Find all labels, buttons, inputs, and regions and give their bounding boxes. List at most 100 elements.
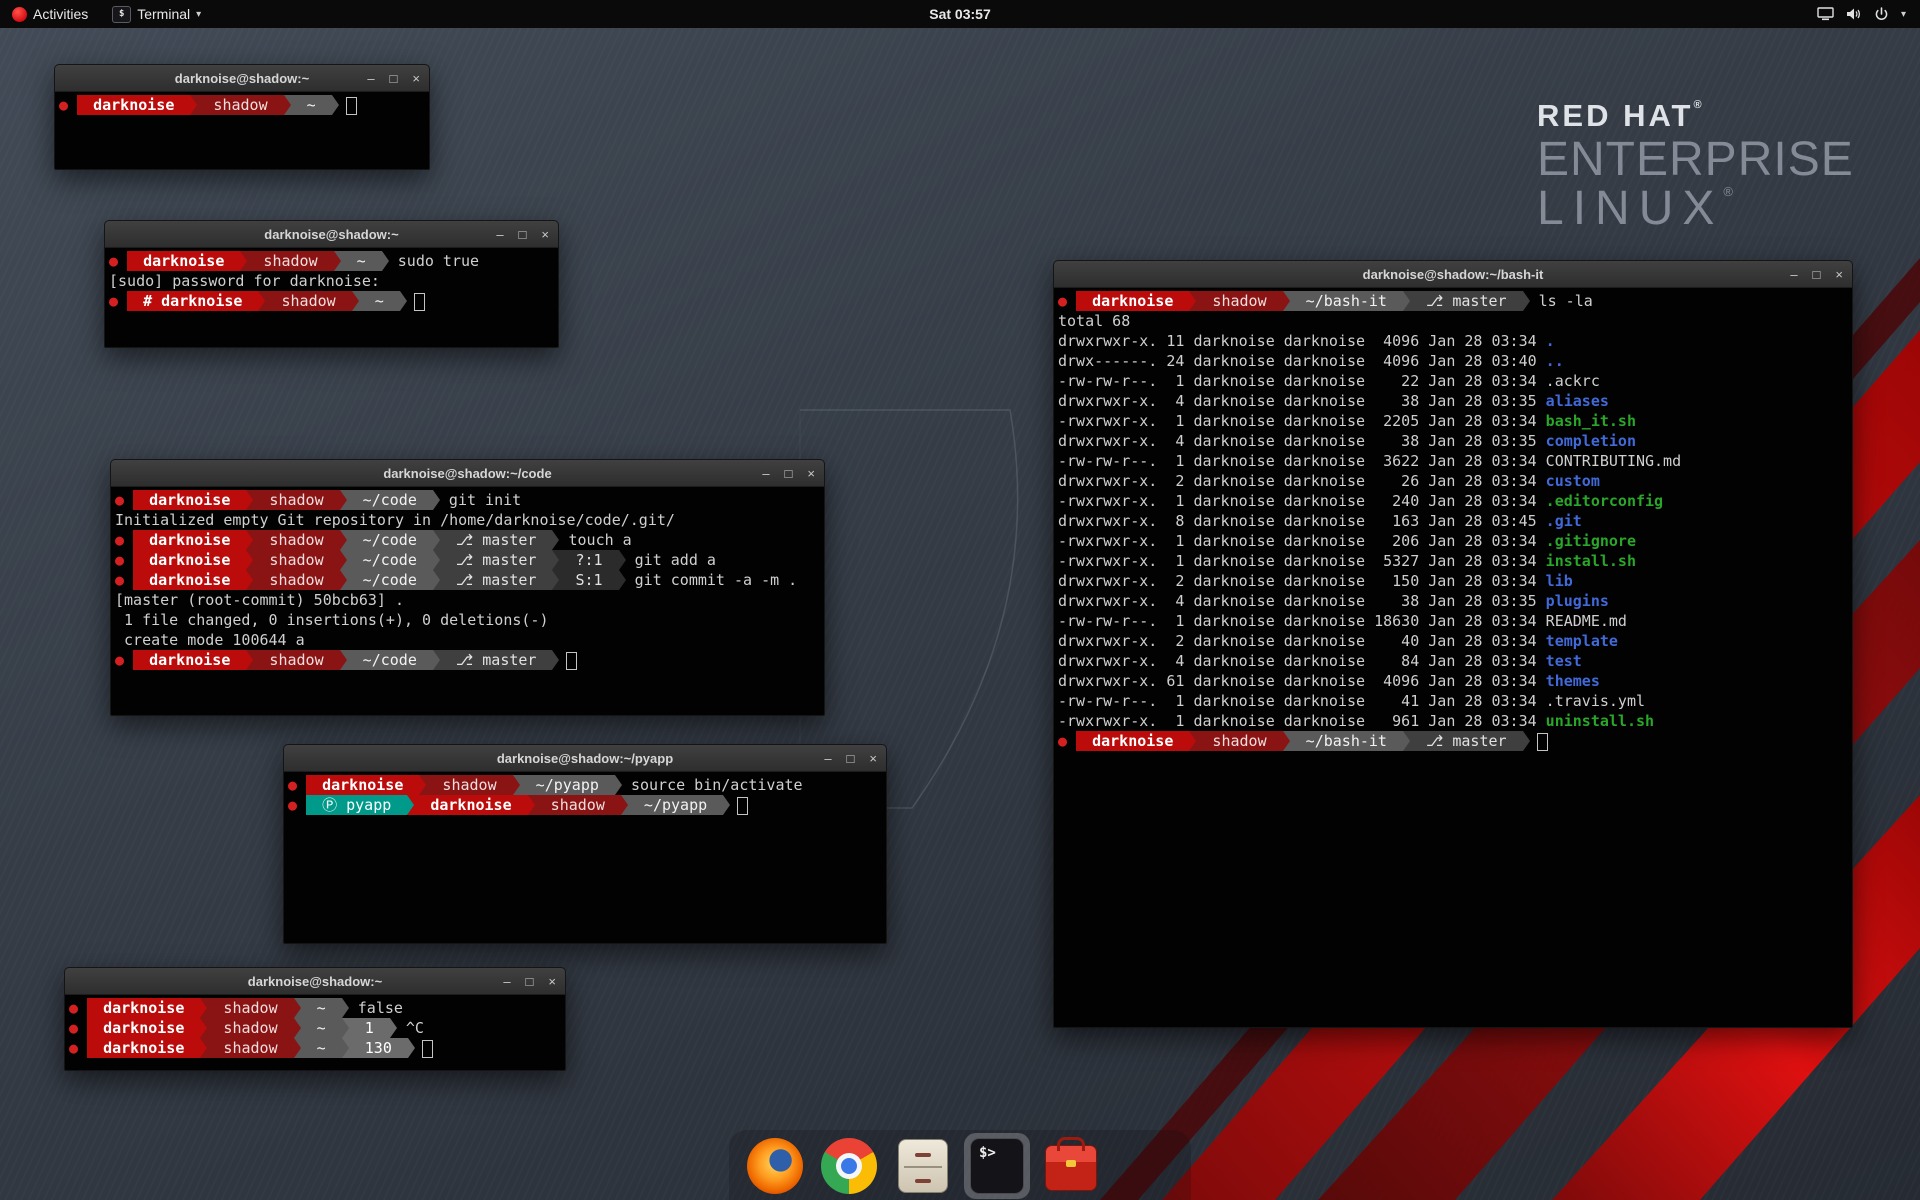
files-icon	[898, 1139, 948, 1193]
prompt-segment-git: ⎇ master	[440, 530, 553, 550]
dock-item-app-grid[interactable]	[1117, 1138, 1173, 1194]
powerline-arrow-icon	[240, 251, 247, 271]
window-titlebar[interactable]: darknoise@shadow:~–□×	[105, 221, 558, 248]
terminal-line: -rwxrwxr-x. 1 darknoise darknoise 5327 J…	[1058, 551, 1848, 571]
prompt-segment-host: shadow	[535, 795, 621, 815]
close-button[interactable]: ×	[807, 467, 815, 480]
terminal-text: ●	[288, 796, 306, 814]
window-titlebar[interactable]: darknoise@shadow:~–□×	[55, 65, 429, 92]
dock-item-files[interactable]	[895, 1138, 951, 1194]
terminal-text: test	[1546, 652, 1582, 670]
terminal-text: -rwxrwxr-x. 1 darknoise darknoise 206 Ja…	[1058, 532, 1546, 550]
terminal-text: ●	[115, 531, 133, 549]
terminal-line: ● darknoise shadow ~/code git init	[115, 490, 820, 510]
dock-item-chrome[interactable]	[821, 1138, 877, 1194]
minimize-button[interactable]: –	[1790, 268, 1797, 281]
terminal-line: ● Ⓟ pyapp darknoise shadow ~/pyapp	[288, 795, 882, 815]
prompt-segment-user: darknoise	[133, 530, 246, 550]
terminal-window-pyapp[interactable]: darknoise@shadow:~/pyapp–□×● darknoise s…	[283, 744, 887, 944]
prompt-segment-git: ⎇ master	[440, 650, 553, 670]
close-button[interactable]: ×	[412, 72, 420, 85]
powerline-arrow-icon	[294, 1038, 301, 1058]
powerline-arrow-icon	[246, 570, 253, 590]
prompt-segment-user: # darknoise	[127, 291, 258, 311]
terminal-line: 1 file changed, 0 insertions(+), 0 delet…	[115, 610, 820, 630]
maximize-button[interactable]: □	[1813, 268, 1821, 281]
close-button[interactable]: ×	[541, 228, 549, 241]
minimize-button[interactable]: –	[367, 72, 374, 85]
app-menu-terminal[interactable]: $ Terminal ▾	[100, 0, 213, 28]
close-button[interactable]: ×	[869, 752, 877, 765]
terminal-text: custom	[1546, 472, 1600, 490]
activities-button[interactable]: Activities	[0, 0, 100, 28]
window-controls: – □ ×	[824, 745, 877, 771]
prompt-segment-dir: ~	[291, 95, 332, 115]
terminal-window-bash-it[interactable]: darknoise@shadow:~/bash-it–□×● darknoise…	[1053, 260, 1853, 1028]
window-titlebar[interactable]: darknoise@shadow:~/code–□×	[111, 460, 824, 487]
prompt-segment-user: darknoise	[87, 1018, 200, 1038]
prompt-segment-git: ⎇ master	[440, 550, 553, 570]
prompt-segment-host: shadow	[1196, 731, 1282, 751]
minimize-button[interactable]: –	[762, 467, 769, 480]
terminal-line: drwxrwxr-x. 4 darknoise darknoise 84 Jan…	[1058, 651, 1848, 671]
prompt-segment-dir: ~/code	[347, 490, 433, 510]
terminal-cursor	[1537, 733, 1548, 751]
minimize-button[interactable]: –	[496, 228, 503, 241]
terminal-text: .editorconfig	[1546, 492, 1663, 510]
terminal-line: ● darknoise shadow ~ 1 ^C	[69, 1018, 561, 1038]
window-titlebar[interactable]: darknoise@shadow:~/pyapp–□×	[284, 745, 886, 772]
prompt-segment-dir: ~/code	[347, 550, 433, 570]
powerline-arrow-icon	[1523, 731, 1530, 751]
terminal-line: [sudo] password for darknoise:	[109, 271, 554, 291]
powerline-arrow-icon	[419, 775, 426, 795]
terminal-content[interactable]: ● darknoise shadow ~/bash-it ⎇ master ls…	[1054, 288, 1852, 754]
terminal-content[interactable]: ● darknoise shadow ~/pyapp source bin/ac…	[284, 772, 886, 818]
terminal-window-code[interactable]: darknoise@shadow:~/code–□×● darknoise sh…	[110, 459, 825, 716]
terminal-content[interactable]: ● darknoise shadow ~/code git initInitia…	[111, 487, 824, 673]
terminal-content[interactable]: ● darknoise shadow ~ false● darknoise sh…	[65, 995, 565, 1061]
terminal-text: ●	[69, 1039, 87, 1057]
close-button[interactable]: ×	[1835, 268, 1843, 281]
dock-item-firefox[interactable]	[747, 1138, 803, 1194]
terminal-line: drwxrwxr-x. 8 darknoise darknoise 163 Ja…	[1058, 511, 1848, 531]
prompt-segment-dir: ~/pyapp	[520, 775, 615, 795]
prompt-segment-dir: ~/pyapp	[628, 795, 723, 815]
powerline-arrow-icon	[332, 95, 339, 115]
maximize-button[interactable]: □	[526, 975, 534, 988]
terminal-text: -rwxrwxr-x. 1 darknoise darknoise 240 Ja…	[1058, 492, 1546, 510]
window-titlebar[interactable]: darknoise@shadow:~/bash-it–□×	[1054, 261, 1852, 288]
app-grid-icon	[1117, 1138, 1173, 1194]
terminal-cursor	[414, 293, 425, 311]
powerline-arrow-icon	[340, 570, 347, 590]
terminal-content[interactable]: ● darknoise shadow ~ sudo true[sudo] pas…	[105, 248, 558, 314]
prompt-segment-host: shadow	[207, 1038, 293, 1058]
terminal-window-home-2[interactable]: darknoise@shadow:~–□×● darknoise shadow …	[104, 220, 559, 348]
dock-item-terminal[interactable]: $>	[969, 1138, 1025, 1194]
powerline-arrow-icon	[433, 530, 440, 550]
maximize-button[interactable]: □	[390, 72, 398, 85]
window-titlebar[interactable]: darknoise@shadow:~–□×	[65, 968, 565, 995]
terminal-text: drwxrwxr-x. 61 darknoise darknoise 4096 …	[1058, 672, 1546, 690]
terminal-text: git add a	[626, 551, 716, 569]
terminal-text: ●	[59, 96, 77, 114]
minimize-button[interactable]: –	[503, 975, 510, 988]
terminal-window-home-1[interactable]: darknoise@shadow:~–□×● darknoise shadow …	[54, 64, 430, 170]
minimize-button[interactable]: –	[824, 752, 831, 765]
terminal-content[interactable]: ● darknoise shadow ~	[55, 92, 429, 118]
maximize-button[interactable]: □	[519, 228, 527, 241]
terminal-text: ●	[69, 1019, 87, 1037]
dock-item-toolbox[interactable]	[1043, 1138, 1099, 1194]
maximize-button[interactable]: □	[847, 752, 855, 765]
prompt-segment-user: darknoise	[1076, 291, 1189, 311]
powerline-arrow-icon	[615, 775, 622, 795]
close-button[interactable]: ×	[548, 975, 556, 988]
maximize-button[interactable]: □	[785, 467, 793, 480]
clock[interactable]: Sat 03:57	[929, 6, 990, 22]
terminal-text: plugins	[1546, 592, 1609, 610]
terminal-text: git commit -a -m .	[626, 571, 798, 589]
terminal-text: .git	[1546, 512, 1582, 530]
powerline-arrow-icon	[246, 650, 253, 670]
system-status-area[interactable]: ▾	[1803, 0, 1920, 28]
terminal-window-home-3[interactable]: darknoise@shadow:~–□×● darknoise shadow …	[64, 967, 566, 1071]
prompt-segment-dir: ~	[341, 251, 382, 271]
